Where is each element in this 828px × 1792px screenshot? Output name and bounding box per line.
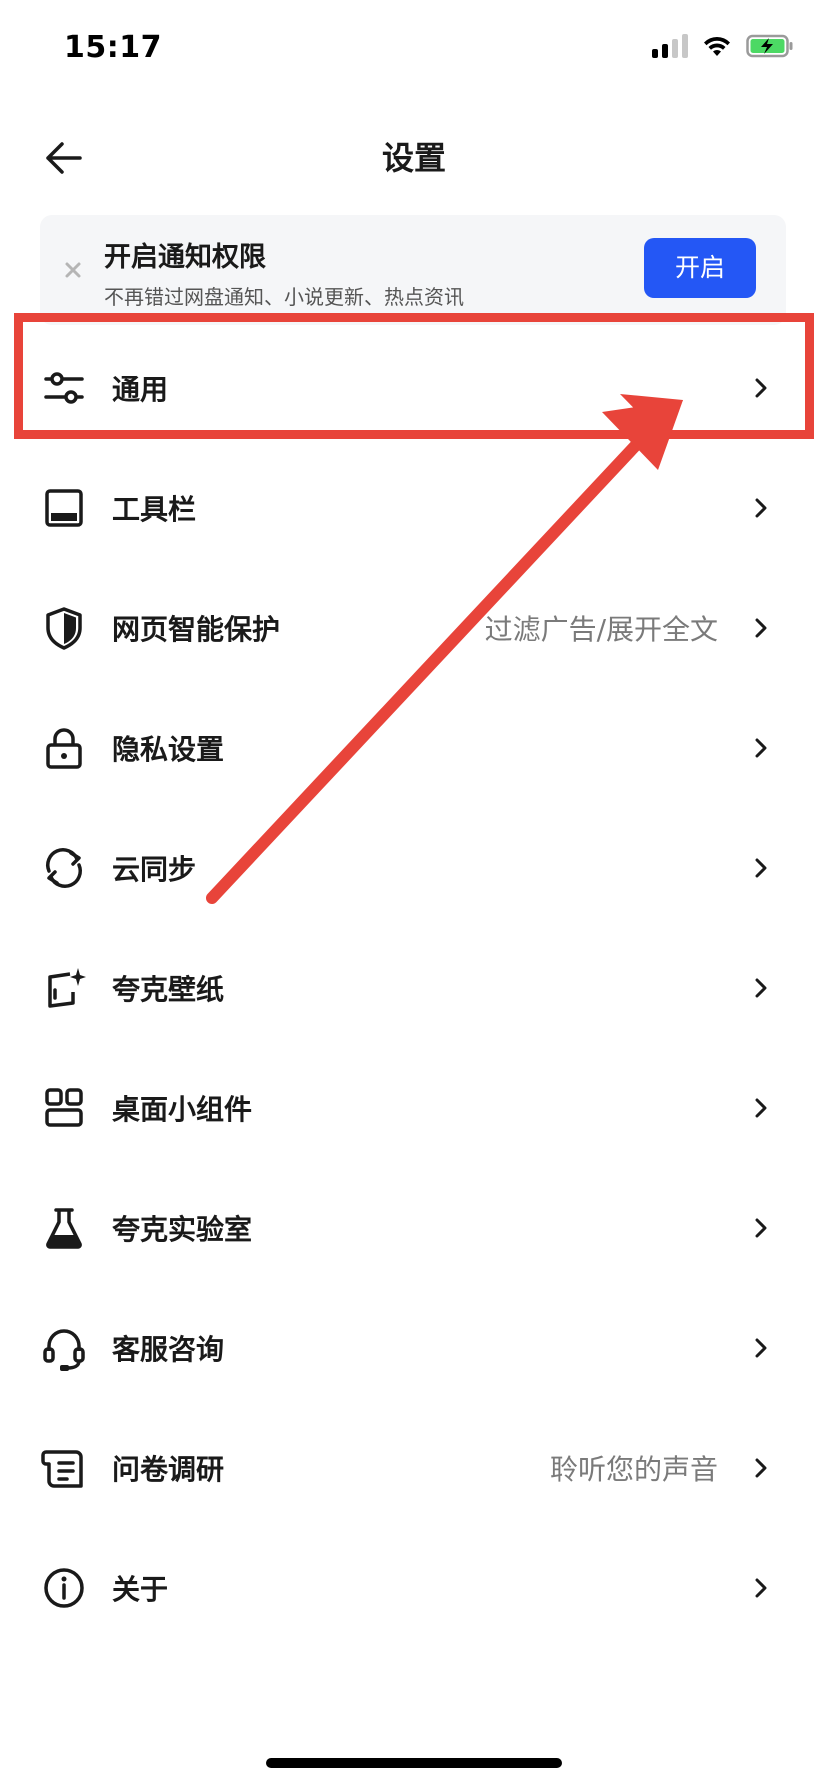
- cellular-signal-icon: [652, 34, 688, 58]
- settings-menu-list: 通用 工具栏 网页智能保护 过滤广告/展开全文 隐私设置 云同步 夸克壁纸 桌面…: [0, 328, 828, 1648]
- menu-item-hint: 聆听您的声音: [549, 1453, 718, 1486]
- status-icons: [652, 34, 794, 58]
- menu-item-toolbar[interactable]: 工具栏: [0, 448, 828, 568]
- chevron-right-icon: [755, 618, 767, 638]
- survey-icon: [41, 1450, 83, 1488]
- menu-item-customer-service[interactable]: 客服咨询: [0, 1288, 828, 1408]
- toolbar-icon: [45, 489, 83, 527]
- wifi-icon: [704, 36, 730, 56]
- banner-close-button[interactable]: [58, 255, 88, 285]
- flask-icon: [46, 1208, 82, 1249]
- menu-item-label: 关于: [112, 1573, 169, 1606]
- headset-icon: [43, 1329, 85, 1371]
- notification-permission-banner: 开启通知权限 不再错过网盘通知、小说更新、热点资讯 开启: [40, 215, 786, 325]
- chevron-right-icon: [755, 1338, 767, 1358]
- home-indicator[interactable]: [266, 1758, 562, 1768]
- chevron-right-icon: [755, 378, 767, 398]
- chevron-right-icon: [755, 978, 767, 998]
- menu-item-label: 问卷调研: [112, 1453, 225, 1486]
- chevron-right-icon: [755, 498, 767, 518]
- banner-title: 开启通知权限: [104, 242, 266, 273]
- banner-subtitle: 不再错过网盘通知、小说更新、热点资讯: [104, 285, 464, 309]
- menu-item-about[interactable]: 关于: [0, 1528, 828, 1648]
- menu-item-widgets[interactable]: 桌面小组件: [0, 1048, 828, 1168]
- battery-charging-icon: [746, 34, 793, 58]
- info-icon: [44, 1568, 84, 1608]
- menu-item-label: 夸克实验室: [112, 1213, 253, 1246]
- settings-screen: 15:17 设置 开启通知权限 不再错过网盘通知、小说更新、热点资讯 开启 通用…: [0, 0, 828, 1792]
- menu-item-label: 通用: [112, 373, 169, 406]
- menu-item-web-protection[interactable]: 网页智能保护 过滤广告/展开全文: [0, 568, 828, 688]
- lock-icon: [46, 728, 82, 769]
- menu-item-cloud-sync[interactable]: 云同步: [0, 808, 828, 928]
- menu-item-survey[interactable]: 问卷调研 聆听您的声音: [0, 1408, 828, 1528]
- close-icon: [65, 262, 81, 278]
- chevron-right-icon: [755, 1098, 767, 1118]
- menu-item-label: 云同步: [112, 853, 197, 886]
- menu-item-label: 客服咨询: [112, 1333, 225, 1366]
- chevron-right-icon: [755, 1218, 767, 1238]
- menu-item-wallpaper[interactable]: 夸克壁纸: [0, 928, 828, 1048]
- shield-icon: [46, 607, 82, 650]
- status-time: 15:17: [64, 30, 162, 65]
- widgets-icon: [45, 1088, 83, 1127]
- menu-item-label: 桌面小组件: [112, 1093, 253, 1126]
- chevron-right-icon: [755, 858, 767, 878]
- wallpaper-icon: [48, 968, 86, 1008]
- menu-item-label: 夸克壁纸: [112, 973, 225, 1006]
- menu-item-hint: 过滤广告/展开全文: [484, 613, 718, 646]
- chevron-right-icon: [755, 1458, 767, 1478]
- menu-item-label: 隐私设置: [112, 733, 225, 766]
- menu-item-label: 工具栏: [112, 493, 197, 526]
- menu-item-general[interactable]: 通用: [0, 328, 828, 448]
- menu-item-privacy[interactable]: 隐私设置: [0, 688, 828, 808]
- chevron-right-icon: [755, 738, 767, 758]
- chevron-right-icon: [755, 1578, 767, 1598]
- menu-item-lab[interactable]: 夸克实验室: [0, 1168, 828, 1288]
- sliders-icon: [44, 372, 84, 404]
- menu-item-label: 网页智能保护: [112, 613, 281, 646]
- page-title: 设置: [381, 139, 446, 177]
- sync-icon: [46, 848, 82, 888]
- enable-notification-button[interactable]: 开启: [644, 238, 756, 298]
